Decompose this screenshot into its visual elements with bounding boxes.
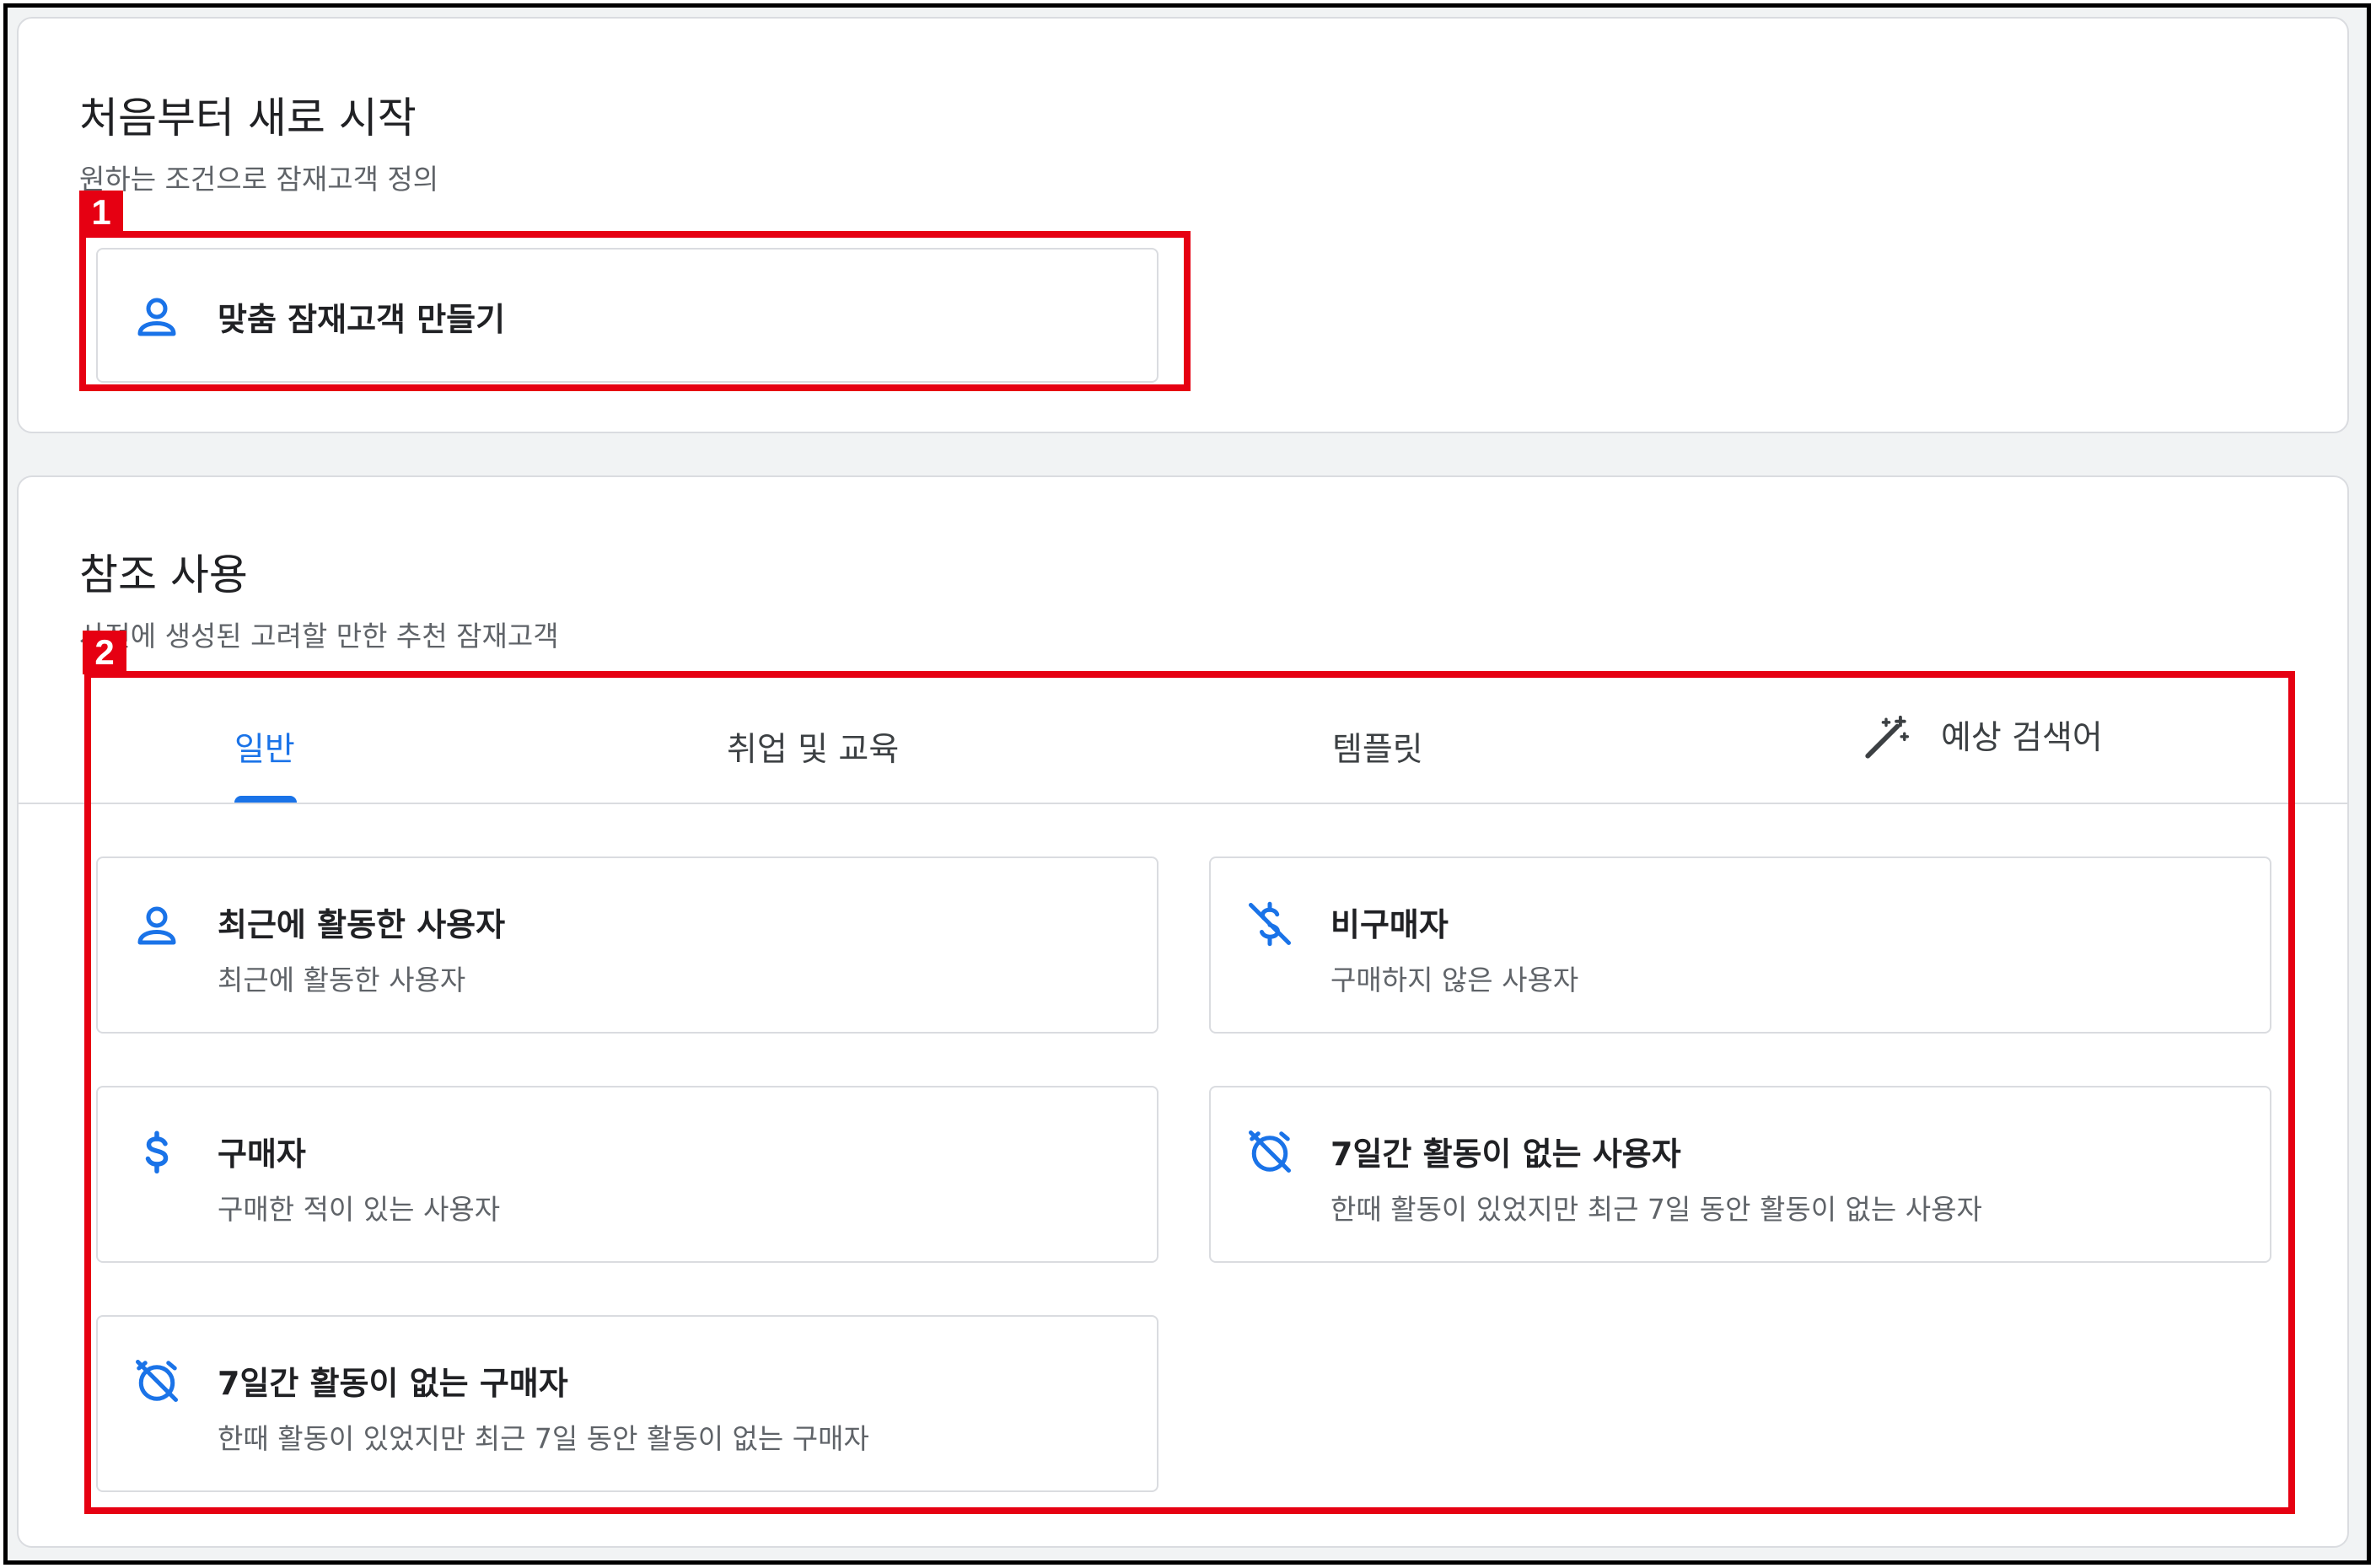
option-description: 최근에 활동한 사용자 [218, 964, 466, 996]
option-recent-active-users[interactable]: 최근에 활동한 사용자 최근에 활동한 사용자 [96, 856, 1158, 1034]
option-title: 구매자 [218, 1136, 306, 1173]
tab-jobs-education[interactable]: 취업 및 교육 [727, 723, 899, 771]
fresh-start-subtitle: 원하는 조건으로 잠재고객 정의 [79, 163, 439, 196]
alarm-off-icon [132, 1356, 182, 1406]
money-off-icon [1244, 899, 1295, 949]
fresh-start-title: 처음부터 새로 시작 [79, 94, 417, 142]
annotation-badge-2: 2 [83, 631, 126, 674]
option-title: 비구매자 [1330, 906, 1449, 943]
option-description: 한때 활동이 있었지만 최근 7일 동안 활동이 없는 구매자 [218, 1422, 869, 1455]
dollar-icon [132, 1128, 182, 1179]
reference-subtitle: 사전에 생성된 고려할 만한 추천 잠재고객 [79, 620, 559, 652]
option-inactive-7d-purchasers[interactable]: 7일간 활동이 없는 구매자 한때 활동이 있었지만 최근 7일 동안 활동이 … [96, 1315, 1158, 1492]
option-purchasers[interactable]: 구매자 구매한 적이 있는 사용자 [96, 1086, 1158, 1263]
person-icon [132, 292, 182, 342]
tab-predicted-search[interactable]: 예상 검색어 [1941, 712, 2103, 759]
custom-audience-label: 맞춤 잠재고객 만들기 [218, 301, 506, 338]
option-description: 구매하지 않은 사용자 [1330, 964, 1579, 996]
reference-title: 참조 사용 [79, 550, 248, 599]
magic-wand-icon [1862, 713, 1911, 762]
active-tab-indicator [234, 796, 297, 803]
custom-audience-option[interactable]: 맞춤 잠재고객 만들기 [96, 248, 1158, 383]
option-description: 한때 활동이 있었지만 최근 7일 동안 활동이 없는 사용자 [1330, 1193, 1982, 1226]
person-icon [132, 900, 182, 951]
alarm-off-icon [1244, 1126, 1295, 1177]
option-description: 구매한 적이 있는 사용자 [218, 1193, 501, 1226]
option-title: 최근에 활동한 사용자 [218, 906, 506, 943]
option-non-purchasers[interactable]: 비구매자 구매하지 않은 사용자 [1209, 856, 2271, 1034]
option-title: 7일간 활동이 없는 구매자 [218, 1365, 568, 1402]
annotation-badge-1: 1 [79, 191, 123, 234]
tab-templates[interactable]: 템플릿 [1332, 723, 1423, 771]
option-inactive-7d-users[interactable]: 7일간 활동이 없는 사용자 한때 활동이 있었지만 최근 7일 동안 활동이 … [1209, 1086, 2271, 1263]
tabs-divider [19, 803, 2347, 804]
tab-general[interactable]: 일반 [234, 723, 295, 771]
option-title: 7일간 활동이 없는 사용자 [1330, 1136, 1681, 1173]
